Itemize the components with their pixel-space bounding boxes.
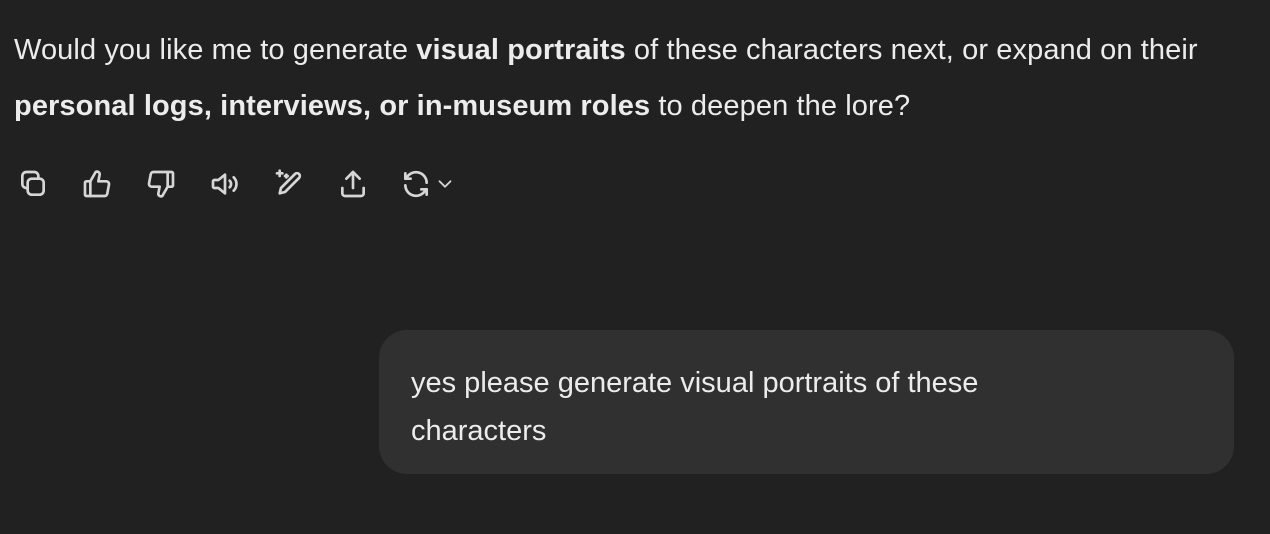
regenerate-button[interactable] [398, 166, 470, 202]
assistant-bold-1: visual portraits [416, 34, 626, 66]
assistant-text-1: Would you like me to generate [14, 34, 417, 66]
assistant-bold-2: personal logs, interviews, or in-museum … [14, 90, 651, 122]
speaker-icon [211, 173, 238, 195]
assistant-text-3: to deepen the lore? [650, 90, 911, 122]
refresh-icon [404, 170, 428, 198]
edit-canvas-button[interactable] [270, 166, 308, 202]
copy-icon [21, 170, 45, 196]
user-message-text: yes please generate visual portraits of … [411, 367, 979, 447]
read-aloud-button[interactable] [206, 166, 244, 202]
thumbs-down-button[interactable] [142, 166, 180, 202]
share-button[interactable] [334, 166, 372, 202]
pencil-sparkle-icon [275, 169, 302, 195]
thumbs-down-icon [147, 170, 175, 198]
message-action-bar [14, 166, 496, 202]
share-icon [341, 170, 365, 198]
thumbs-up-icon [83, 170, 111, 198]
assistant-text-2: of these characters next, or expand on t… [625, 34, 1198, 66]
thumbs-up-button[interactable] [78, 166, 116, 202]
copy-button[interactable] [14, 166, 52, 202]
chevron-down-icon [438, 180, 452, 188]
user-message-bubble: yes please generate visual portraits of … [379, 330, 1234, 474]
assistant-message: Would you like me to generate visual por… [14, 22, 1244, 134]
